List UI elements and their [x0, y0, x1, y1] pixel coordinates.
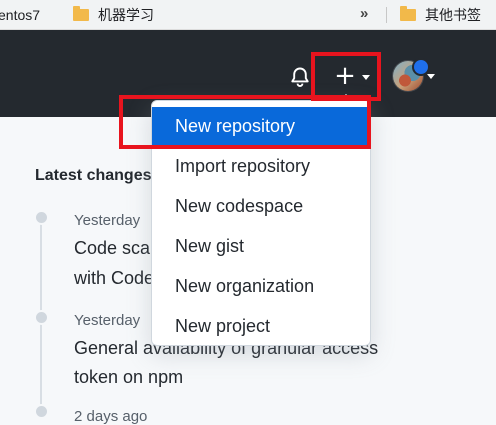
bell-icon[interactable] [289, 66, 311, 88]
bookmarks-divider [386, 7, 387, 23]
bookmarks-overflow-button[interactable]: » [360, 0, 368, 30]
new-repository-highlight [119, 95, 371, 149]
entry-link[interactable]: token on npm [74, 362, 183, 392]
menu-item-new-gist[interactable]: New gist [152, 227, 370, 265]
folder-icon [400, 6, 416, 21]
create-button-highlight [311, 52, 381, 101]
menu-item-new-project[interactable]: New project [152, 307, 370, 345]
bookmark-folder-ml[interactable]: 机器学习 [73, 0, 154, 30]
chevron-down-icon [427, 74, 435, 79]
folder-icon [73, 6, 89, 21]
bookmark-label: 机器学习 [98, 7, 154, 23]
menu-item-new-codespace[interactable]: New codespace [152, 187, 370, 225]
bookmark-folder-other[interactable]: 其他书签 [400, 0, 481, 30]
bookmark-centos7[interactable]: entos7 [0, 0, 40, 30]
bookmark-label: 其他书签 [425, 7, 481, 23]
timeline-dot [34, 404, 49, 419]
timeline-dot [34, 210, 49, 225]
entry-date: Yesterday [74, 212, 141, 229]
entry-date: 2 days ago [74, 408, 148, 425]
latest-changes-title: Latest changes [35, 167, 152, 184]
bookmarks-bar: entos7 机器学习 » 其他书签 [0, 0, 496, 30]
entry-date: Yesterday [74, 312, 141, 329]
timeline-dot [34, 310, 49, 325]
menu-item-import-repository[interactable]: Import repository [152, 147, 370, 185]
bookmark-label: entos7 [0, 7, 41, 23]
menu-item-new-organization[interactable]: New organization [152, 267, 370, 305]
